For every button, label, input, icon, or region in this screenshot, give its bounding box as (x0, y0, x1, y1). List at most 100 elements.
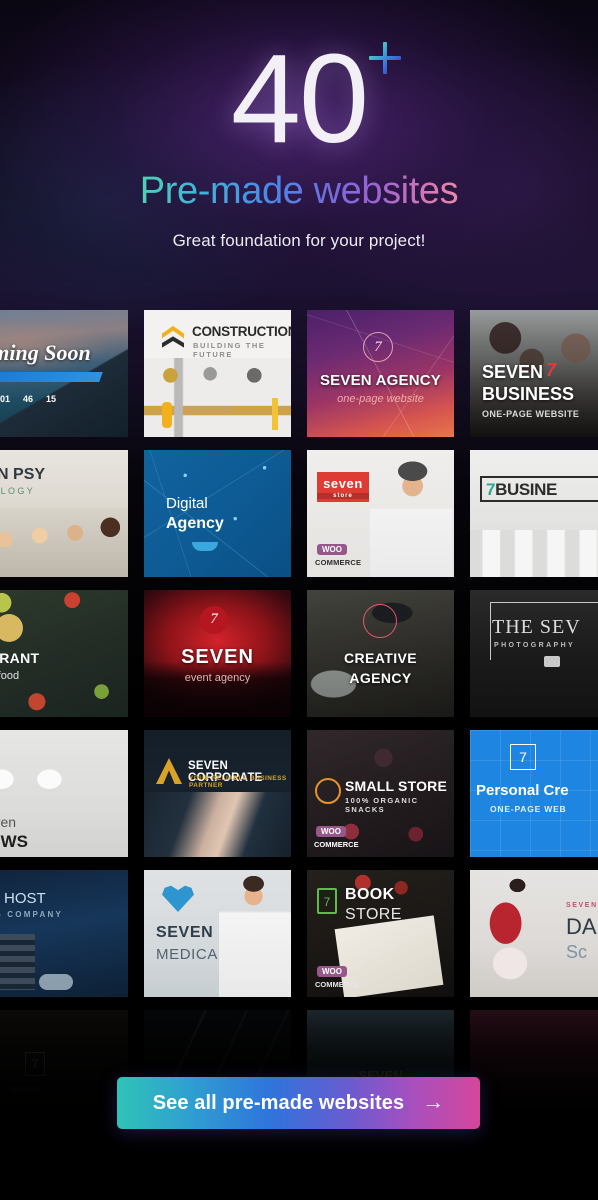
tile-title: SEVEN AGENCY (319, 372, 442, 389)
tile-title-2: Agency (166, 515, 224, 532)
countdown-hours: 01 (0, 394, 11, 404)
hipster-photo (370, 454, 452, 577)
tile-title: THE SEV (492, 616, 581, 638)
template-tile-photography[interactable]: THE SEV PHOTOGRAPHY (470, 590, 598, 717)
subheadline: Great foundation for your project! (172, 231, 426, 250)
hammer-icon (186, 406, 232, 413)
wrench-icon (162, 402, 172, 428)
tile-title: Personal Cre (476, 782, 569, 799)
template-tile-seven-agency[interactable]: 7 SEVEN AGENCY one-page website (307, 310, 454, 437)
cloud-icon (39, 974, 73, 990)
camera-icon (544, 656, 560, 667)
template-tile-seven-business[interactable]: SEVEN 7 BUSINESS ONE-PAGE WEBSITE (470, 310, 598, 437)
tile-subtitle: OSTING COMPANY (0, 910, 63, 919)
cups-photo (0, 748, 95, 800)
template-tile-seven-event[interactable]: 7 SEVEN event agency (144, 590, 291, 717)
countdown-minutes: 46 (23, 394, 34, 404)
pencil-icon (272, 398, 278, 430)
tile-title: SEVEN (156, 924, 214, 941)
tile-subtitle: BUILDING THE FUTURE (193, 341, 266, 359)
tile-accent-bar (0, 372, 103, 382)
tile-title: SEVEN (181, 646, 254, 668)
tile-title: BOOK (345, 886, 395, 903)
tile-countdown: 70 01 46 15 (0, 394, 117, 404)
commerce-label: COMMERCE (314, 840, 359, 849)
page-title: 40 (230, 28, 369, 169)
commerce-label: COMMERCE (315, 558, 362, 567)
tile-title: SEVEN (482, 362, 544, 382)
tile-title: STAURANT (0, 650, 40, 666)
tile-subtitle: PHOTOGRAPHY (494, 642, 576, 649)
tile-title: CONSTRUCTION (192, 324, 291, 339)
tile-title: CREATIVE (344, 650, 417, 666)
tile-title: 7 seven (0, 814, 17, 830)
see-all-premade-websites-button[interactable]: See all pre-made websites → (117, 1077, 480, 1129)
tile-title: seven (323, 476, 363, 491)
template-tile-book-store[interactable]: 7 BOOK STORE WOO COMMERCE (307, 870, 454, 997)
tile-title: DA (566, 914, 597, 939)
tile-brand-label: SEVEN (566, 902, 598, 909)
tile-subtitle: YOUR RELIABLE BUSINESS PARTNER (189, 775, 287, 789)
woo-badge: WOO (317, 966, 347, 977)
tile-people-photo (0, 508, 128, 577)
seven-red-icon: 7 (546, 360, 557, 380)
template-tile-dance-school[interactable]: SEVEN DA Sc (470, 870, 598, 997)
tile-title-2: BUSINESS (482, 384, 575, 404)
tile-title-2: MEDICAL (156, 946, 227, 963)
handshake-photo (144, 792, 291, 857)
cta-label: See all pre-made websites (152, 1091, 405, 1114)
tile-title: EVEN HOST (0, 890, 46, 907)
tile-subtitle: ONE-PAGE WEBSITE (482, 409, 580, 419)
plus-icon (367, 40, 403, 76)
commerce-label: COMMERCE (315, 980, 360, 989)
template-tile-small-store[interactable]: SMALL STORE 100% ORGANIC SNACKS WOO COMM… (307, 730, 454, 857)
template-tile-seven-psy[interactable]: EVEN PSY YCHOLOGY (0, 450, 128, 577)
headline: Pre-made websites (139, 170, 459, 212)
template-tile-business-7[interactable]: 77BUSINEBUSINE (470, 450, 598, 577)
doctor-photo (219, 874, 291, 997)
tile-subtitle: 100% ORGANIC SNACKS (345, 796, 419, 814)
tile-title-2: NEWS (0, 832, 28, 851)
woo-badge: WOO (316, 826, 346, 837)
page-header: 40 Pre-made websites Great foundation fo… (0, 0, 598, 300)
pizza-icon (315, 778, 341, 804)
tile-subtitle: event agency (184, 672, 251, 684)
chairs-photo (470, 530, 598, 577)
seven-frame-icon: 7 (510, 744, 536, 770)
seven-circle-icon: 7 (363, 332, 393, 362)
count-block: 40 (231, 36, 402, 162)
arrow-right-icon: → (422, 1089, 445, 1114)
promo-page: 40 Pre-made websites Great foundation fo… (0, 0, 598, 1200)
tile-subtitle: ONE-PAGE WEB (490, 804, 567, 814)
template-tile-seven-store[interactable]: seven store WOO COMMERCE (307, 450, 454, 577)
design-creative-stamp-icon (363, 604, 397, 638)
seven-circle-icon: 7 (200, 606, 228, 634)
book-icon: 7 (317, 888, 337, 914)
template-tile-personal-creative[interactable]: 7 Personal Cre ONE-PAGE WEB (470, 730, 598, 857)
template-tile-creative-agency[interactable]: CREATIVE AGENCY (307, 590, 454, 717)
server-rack-icon (0, 934, 35, 990)
tile-subtitle: Sc (566, 942, 588, 962)
tile-subtitle: YCHOLOGY (0, 486, 36, 496)
dancer-photo (476, 876, 550, 994)
tile-title-2: AGENCY (349, 670, 412, 686)
template-tile-seven-host[interactable]: EVEN HOST OSTING COMPANY (0, 870, 128, 997)
template-tile-coming-soon[interactable]: ming Soon 70 01 46 15 (0, 310, 128, 437)
template-tile-seven-corporate[interactable]: SEVEN CORPORATE YOUR RELIABLE BUSINESS P… (144, 730, 291, 857)
countdown-seconds: 15 (46, 394, 57, 404)
template-tile-digital-agency[interactable]: Digital Agency (144, 450, 291, 577)
tile-title: Digital (166, 495, 208, 512)
tile-title: SMALL STORE (345, 778, 448, 794)
template-tile-restaurant[interactable]: STAURANT rinks & food (0, 590, 128, 717)
tile-network-overlay (144, 450, 291, 577)
template-tile-construction[interactable]: CONSTRUCTION BUILDING THE FUTURE (144, 310, 291, 437)
tile-title: EVEN PSY (0, 466, 46, 483)
template-tile-seven-news[interactable]: 7 seven NEWS (0, 730, 128, 857)
tile-subtitle: one-page website (337, 393, 424, 405)
tile-subtitle: store (317, 493, 369, 499)
woo-badge: WOO (317, 544, 347, 555)
tile-subtitle: rinks & food (0, 670, 20, 682)
tile-title: 77BUSINEBUSINE (486, 480, 557, 499)
template-tile-seven-medical[interactable]: SEVEN MEDICAL (144, 870, 291, 997)
tile-title: ming Soon (0, 340, 91, 365)
